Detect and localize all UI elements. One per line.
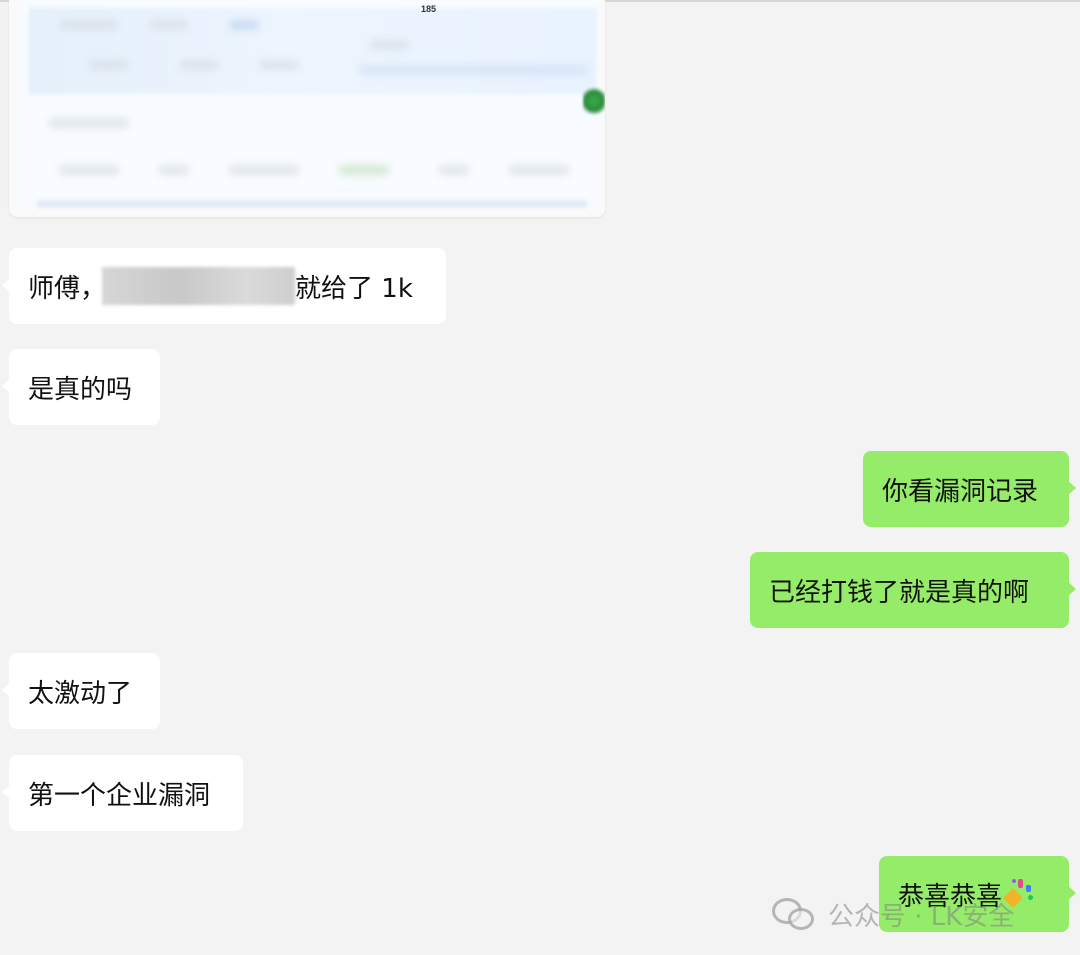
image-bottom-bar — [37, 201, 587, 207]
message-text: 第一个企业漏洞 — [28, 780, 211, 811]
blur-row — [59, 20, 119, 30]
message-text: 恭喜恭喜 — [898, 881, 1003, 912]
blur-row — [359, 65, 589, 75]
message-text: 师傅， — [28, 273, 107, 304]
message-bubble-left[interactable]: 太激动了 — [2, 653, 160, 729]
blur-row — [439, 165, 469, 175]
image-blurred-number: 185 — [421, 4, 437, 14]
blur-row — [259, 60, 299, 70]
wechat-logo-icon — [772, 896, 820, 932]
blur-row — [49, 118, 129, 128]
blur-row — [179, 60, 219, 70]
blur-row — [229, 165, 299, 175]
image-message[interactable]: 185 — [9, 0, 605, 217]
blur-row — [229, 20, 259, 30]
message-text: 你看漏洞记录 — [882, 476, 1039, 507]
message-bubble-right[interactable]: 已经打钱了就是真的啊 — [750, 552, 1076, 628]
blur-row — [159, 165, 189, 175]
message-bubble-left[interactable]: 师傅， 就给了 1k — [2, 248, 446, 324]
message-bubble-right[interactable]: 恭喜恭喜 — [879, 856, 1076, 932]
message-bubble-left[interactable]: 第一个企业漏洞 — [2, 755, 243, 831]
message-text: 太激动了 — [28, 678, 133, 709]
mascot-icon — [583, 84, 605, 122]
blur-row — [89, 60, 129, 70]
message-text: 是真的吗 — [28, 374, 133, 405]
blur-row — [149, 20, 189, 30]
blur-row — [509, 165, 569, 175]
party-popper-icon — [1003, 877, 1036, 911]
redacted-text — [102, 267, 296, 305]
message-bubble-left[interactable]: 是真的吗 — [2, 349, 160, 425]
blur-row — [339, 165, 389, 175]
message-bubble-right[interactable]: 你看漏洞记录 — [863, 451, 1076, 527]
image-content: 185 — [19, 0, 597, 210]
message-text: 就给了 1k — [295, 273, 413, 304]
message-text: 已经打钱了就是真的啊 — [769, 577, 1030, 608]
blur-row — [369, 40, 409, 50]
blur-row — [59, 165, 119, 175]
